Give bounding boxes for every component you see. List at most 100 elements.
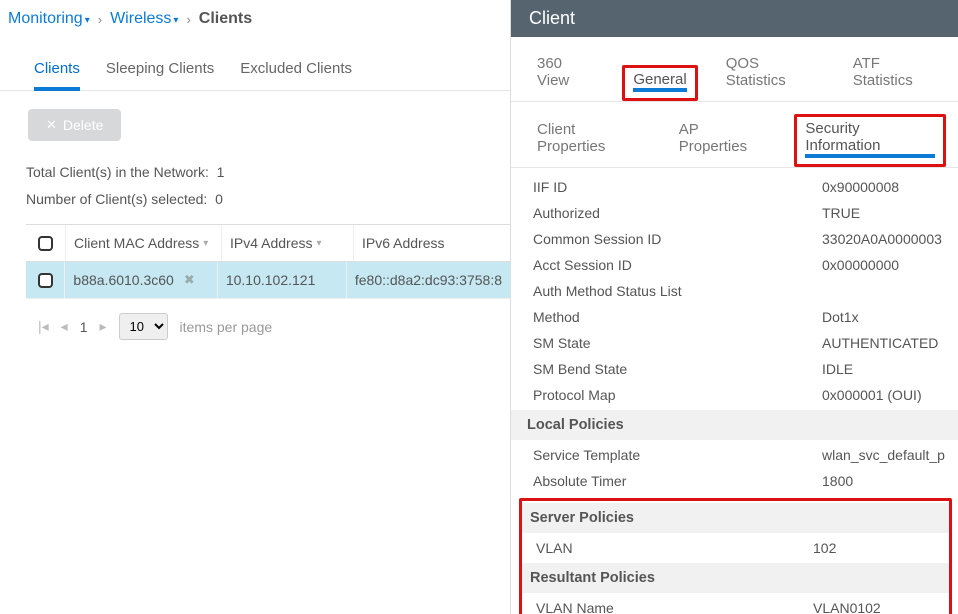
tab-360-view[interactable]: 360 View — [529, 51, 602, 101]
tab-sleeping-clients[interactable]: Sleeping Clients — [106, 60, 214, 90]
kv-key: Acct Session ID — [533, 257, 822, 273]
kv-row: Common Session ID33020A0A0000003 — [511, 226, 958, 252]
chevron-down-icon: ▾ — [203, 238, 208, 249]
kv-key: Service Template — [533, 447, 822, 463]
col-ipv6-label: IPv6 Address — [362, 235, 445, 251]
breadcrumb: Monitoring › Wireless › Clients — [0, 0, 510, 36]
chevron-down-icon: ▾ — [317, 238, 322, 249]
total-clients-value: 1 — [217, 164, 225, 180]
kv-key: VLAN Name — [536, 600, 813, 614]
panel-tabs-primary: 360 View General QOS Statistics ATF Stat… — [511, 37, 958, 102]
kv-row: SM StateAUTHENTICATED — [511, 330, 958, 356]
col-ipv6[interactable]: IPv6 Address — [354, 225, 510, 261]
kv-val: Dot1x — [822, 309, 948, 325]
chevron-right-icon: › — [186, 12, 190, 27]
pager-prev-icon[interactable]: ◂ — [61, 318, 68, 335]
kv-key: SM Bend State — [533, 361, 822, 377]
crumb-current: Clients — [199, 10, 252, 28]
tab-atf-statistics[interactable]: ATF Statistics — [845, 51, 946, 101]
crumb-wireless[interactable]: Wireless — [110, 10, 178, 28]
kv-row: Service Templatewlan_svc_default_p — [511, 442, 958, 468]
left-pane: Monitoring › Wireless › Clients Clients … — [0, 0, 510, 614]
section-resultant-policies: Resultant Policies — [522, 563, 949, 593]
wrench-icon[interactable]: ✖ — [184, 272, 195, 288]
mac-value: b88a.6010.3c60 — [73, 272, 173, 288]
tab-excluded-clients[interactable]: Excluded Clients — [240, 60, 352, 90]
security-kv-list: IIF ID0x90000008 AuthorizedTRUE Common S… — [511, 168, 958, 614]
crumb-monitoring[interactable]: Monitoring — [8, 10, 90, 28]
kv-val — [822, 283, 948, 299]
pager-first-icon[interactable]: |◂ — [38, 318, 49, 335]
col-ipv4-label: IPv4 Address — [230, 235, 313, 251]
kv-val: 0x00000000 — [822, 257, 948, 273]
kv-row: Absolute Timer1800 — [511, 468, 958, 494]
close-icon: ✕ — [46, 117, 57, 133]
section-local-policies: Local Policies — [511, 410, 958, 440]
tab-clients[interactable]: Clients — [34, 60, 80, 91]
cell-ipv6: fe80::d8a2:dc93:3758:8 — [347, 262, 510, 298]
tab-client-properties[interactable]: Client Properties — [529, 117, 653, 167]
pager-next-icon[interactable]: ▸ — [100, 318, 107, 335]
toolbar: ✕ Delete — [0, 91, 510, 159]
col-ipv4[interactable]: IPv4 Address ▾ — [222, 225, 354, 261]
kv-val: wlan_svc_default_p — [822, 447, 948, 463]
table-header-row: Client MAC Address ▾ IPv4 Address ▾ IPv6 A… — [26, 225, 510, 262]
tab-general[interactable]: General — [622, 65, 697, 101]
kv-row: Acct Session ID0x00000000 — [511, 252, 958, 278]
kv-val: 0x90000008 — [822, 179, 948, 195]
kv-val: 1800 — [822, 473, 948, 489]
kv-row: MethodDot1x — [511, 304, 958, 330]
tab-row: Clients Sleeping Clients Excluded Client… — [0, 44, 510, 91]
tab-security-information[interactable]: Security Information — [794, 114, 946, 167]
clients-table: Client MAC Address ▾ IPv4 Address ▾ IPv6 A… — [26, 224, 510, 299]
delete-button[interactable]: ✕ Delete — [28, 109, 121, 141]
select-all-cell[interactable] — [26, 225, 66, 261]
kv-val: TRUE — [822, 205, 948, 221]
col-mac-label: Client MAC Address — [74, 235, 199, 251]
kv-val: 33020A0A0000003 — [822, 231, 948, 247]
checkbox-icon — [38, 236, 53, 251]
cell-ipv4: 10.10.102.121 — [218, 262, 347, 298]
kv-key: Protocol Map — [533, 387, 822, 403]
kv-row: Auth Method Status List — [511, 278, 958, 304]
kv-val: 0x000001 (OUI) — [822, 387, 948, 403]
panel-title: Client — [511, 0, 958, 37]
highlighted-policies-group: Server Policies VLAN102 Resultant Polici… — [519, 498, 952, 614]
panel-tabs-secondary: Client Properties AP Properties Security… — [511, 102, 958, 168]
row-checkbox-cell[interactable] — [26, 262, 65, 298]
kv-key: VLAN — [536, 540, 813, 556]
kv-val: AUTHENTICATED — [822, 335, 948, 351]
kv-row: IIF ID0x90000008 — [511, 174, 958, 200]
selected-clients-label: Number of Client(s) selected: — [26, 191, 207, 207]
kv-row: SM Bend StateIDLE — [511, 356, 958, 382]
col-mac[interactable]: Client MAC Address ▾ — [66, 225, 222, 261]
kv-row: VLAN102 — [522, 535, 949, 561]
stats-block: Total Client(s) in the Network: 1 Number… — [0, 159, 510, 224]
selected-clients-value: 0 — [215, 191, 223, 207]
kv-row: VLAN NameVLAN0102 — [522, 595, 949, 614]
checkbox-icon — [38, 273, 53, 288]
tab-ap-properties[interactable]: AP Properties — [671, 117, 777, 167]
right-panel: Client 360 View General QOS Statistics A… — [510, 0, 958, 614]
tab-qos-statistics[interactable]: QOS Statistics — [718, 51, 825, 101]
per-page-select[interactable]: 10 — [119, 313, 168, 340]
kv-val: 102 — [813, 540, 939, 556]
table-row[interactable]: b88a.6010.3c60 ✖ 10.10.102.121 fe80::d8a2… — [26, 262, 510, 299]
chevron-right-icon: › — [98, 12, 102, 27]
pager-page: 1 — [80, 319, 88, 335]
kv-key: Auth Method Status List — [533, 283, 822, 299]
kv-val: VLAN0102 — [813, 600, 939, 614]
total-clients-label: Total Client(s) in the Network: — [26, 164, 209, 180]
kv-key: Absolute Timer — [533, 473, 822, 489]
kv-key: SM State — [533, 335, 822, 351]
kv-row: AuthorizedTRUE — [511, 200, 958, 226]
kv-key: Common Session ID — [533, 231, 822, 247]
kv-key: IIF ID — [533, 179, 822, 195]
cell-mac: b88a.6010.3c60 ✖ — [65, 262, 217, 298]
kv-row: Protocol Map0x000001 (OUI) — [511, 382, 958, 408]
items-per-page-label: items per page — [180, 319, 273, 335]
kv-val: IDLE — [822, 361, 948, 377]
kv-key: Authorized — [533, 205, 822, 221]
pager: |◂ ◂ 1 ▸ 10 items per page — [0, 299, 510, 340]
kv-key: Method — [533, 309, 822, 325]
